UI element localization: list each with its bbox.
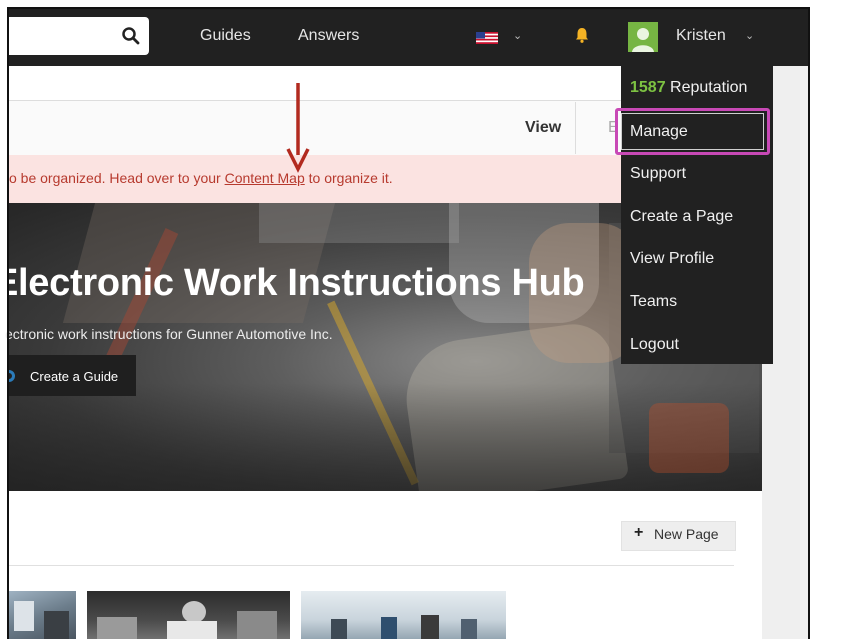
search-icon[interactable] xyxy=(121,26,141,46)
new-page-label: New Page xyxy=(654,526,719,542)
menu-item-logout[interactable]: Logout xyxy=(630,336,679,354)
page-thumbnail[interactable] xyxy=(87,591,290,639)
reputation-label: Reputation xyxy=(670,79,748,96)
section-divider xyxy=(9,565,734,566)
frame-border-right xyxy=(808,7,810,639)
frame-border-left xyxy=(7,8,9,639)
menu-item-view-profile[interactable]: View Profile xyxy=(630,250,714,268)
us-flag-icon[interactable] xyxy=(476,32,498,44)
bell-icon[interactable] xyxy=(573,26,591,44)
menu-item-teams[interactable]: Teams xyxy=(630,293,677,311)
nav-guides-link[interactable]: Guides xyxy=(200,27,251,45)
plus-icon: + xyxy=(634,524,644,541)
create-guide-label: Create a Guide xyxy=(30,369,119,384)
user-name[interactable]: Kristen xyxy=(676,27,726,45)
alert-message: o be organized. Head over to your Conten… xyxy=(9,170,393,186)
hero-subtitle: ectronic work instructions for Gunner Au… xyxy=(5,326,333,342)
hero-title: Electronic Work Instructions Hub xyxy=(0,262,585,304)
reputation-item[interactable]: 1587 Reputation xyxy=(630,79,747,97)
page-thumbnail[interactable] xyxy=(9,591,76,639)
tab-view[interactable]: View xyxy=(525,119,561,137)
manage-highlight-box xyxy=(615,108,770,155)
reputation-value: 1587 xyxy=(630,79,666,96)
menu-item-create-page[interactable]: Create a Page xyxy=(630,208,733,226)
frame-border-top xyxy=(7,7,809,9)
alert-text-before: o be organized. Head over to your xyxy=(9,170,225,186)
tab-divider xyxy=(575,102,576,154)
language-chevron-down-icon[interactable]: ⌄ xyxy=(513,29,522,42)
user-chevron-down-icon[interactable]: ⌄ xyxy=(745,29,754,42)
menu-item-support[interactable]: Support xyxy=(630,165,686,183)
avatar-icon[interactable] xyxy=(628,22,658,52)
page-thumbnail[interactable] xyxy=(301,591,506,639)
screenshot-frame: Guides Answers ⌄ Kristen ⌄ View E o be o… xyxy=(0,0,842,639)
plus-circle-icon xyxy=(9,370,15,382)
alert-text-after: to organize it. xyxy=(304,170,393,186)
nav-answers-link[interactable]: Answers xyxy=(298,27,359,45)
annotation-arrow-icon xyxy=(286,83,310,173)
